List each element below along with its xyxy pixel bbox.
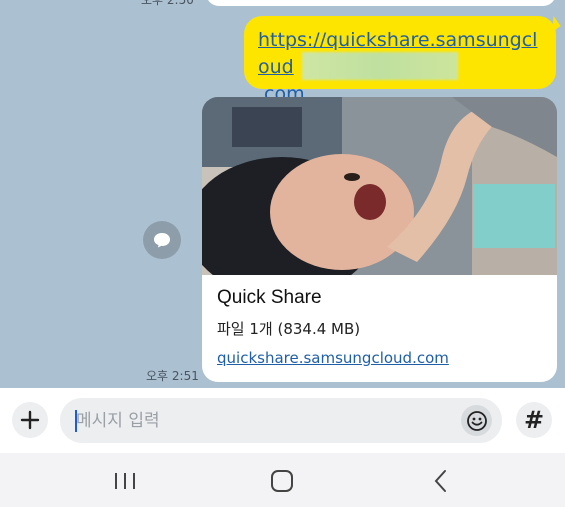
home-icon[interactable] bbox=[268, 467, 296, 495]
card-title: Quick Share bbox=[217, 287, 322, 308]
quick-share-card[interactable]: Quick Share 파일 1개 (834.4 MB) quickshare.… bbox=[202, 97, 557, 382]
card-link[interactable]: quickshare.samsungcloud.com bbox=[217, 349, 449, 367]
message-input-bar: # bbox=[0, 388, 565, 453]
system-navigation-bar bbox=[0, 453, 565, 507]
message-time: 오후 2:50 bbox=[141, 0, 194, 7]
recent-apps-icon[interactable] bbox=[111, 467, 139, 495]
text-caret bbox=[75, 410, 77, 432]
message-time: 오후 2:51 bbox=[146, 369, 199, 383]
share-bubble-icon[interactable] bbox=[143, 221, 181, 259]
redacted-link-part bbox=[302, 52, 458, 80]
hash-icon[interactable]: # bbox=[516, 402, 552, 438]
message-input[interactable] bbox=[60, 398, 502, 443]
plus-icon[interactable] bbox=[12, 402, 48, 438]
emoji-icon[interactable] bbox=[461, 405, 492, 436]
chat-area[interactable]: 오후 2:50 https://quickshare.samsungcloud … bbox=[0, 0, 565, 388]
card-file-info: 파일 1개 (834.4 MB) bbox=[217, 320, 361, 338]
bubble-tail bbox=[545, 16, 561, 32]
previous-message-bubble[interactable] bbox=[206, 0, 556, 6]
back-icon[interactable] bbox=[427, 467, 455, 495]
shared-photo-thumbnail[interactable] bbox=[202, 97, 557, 275]
